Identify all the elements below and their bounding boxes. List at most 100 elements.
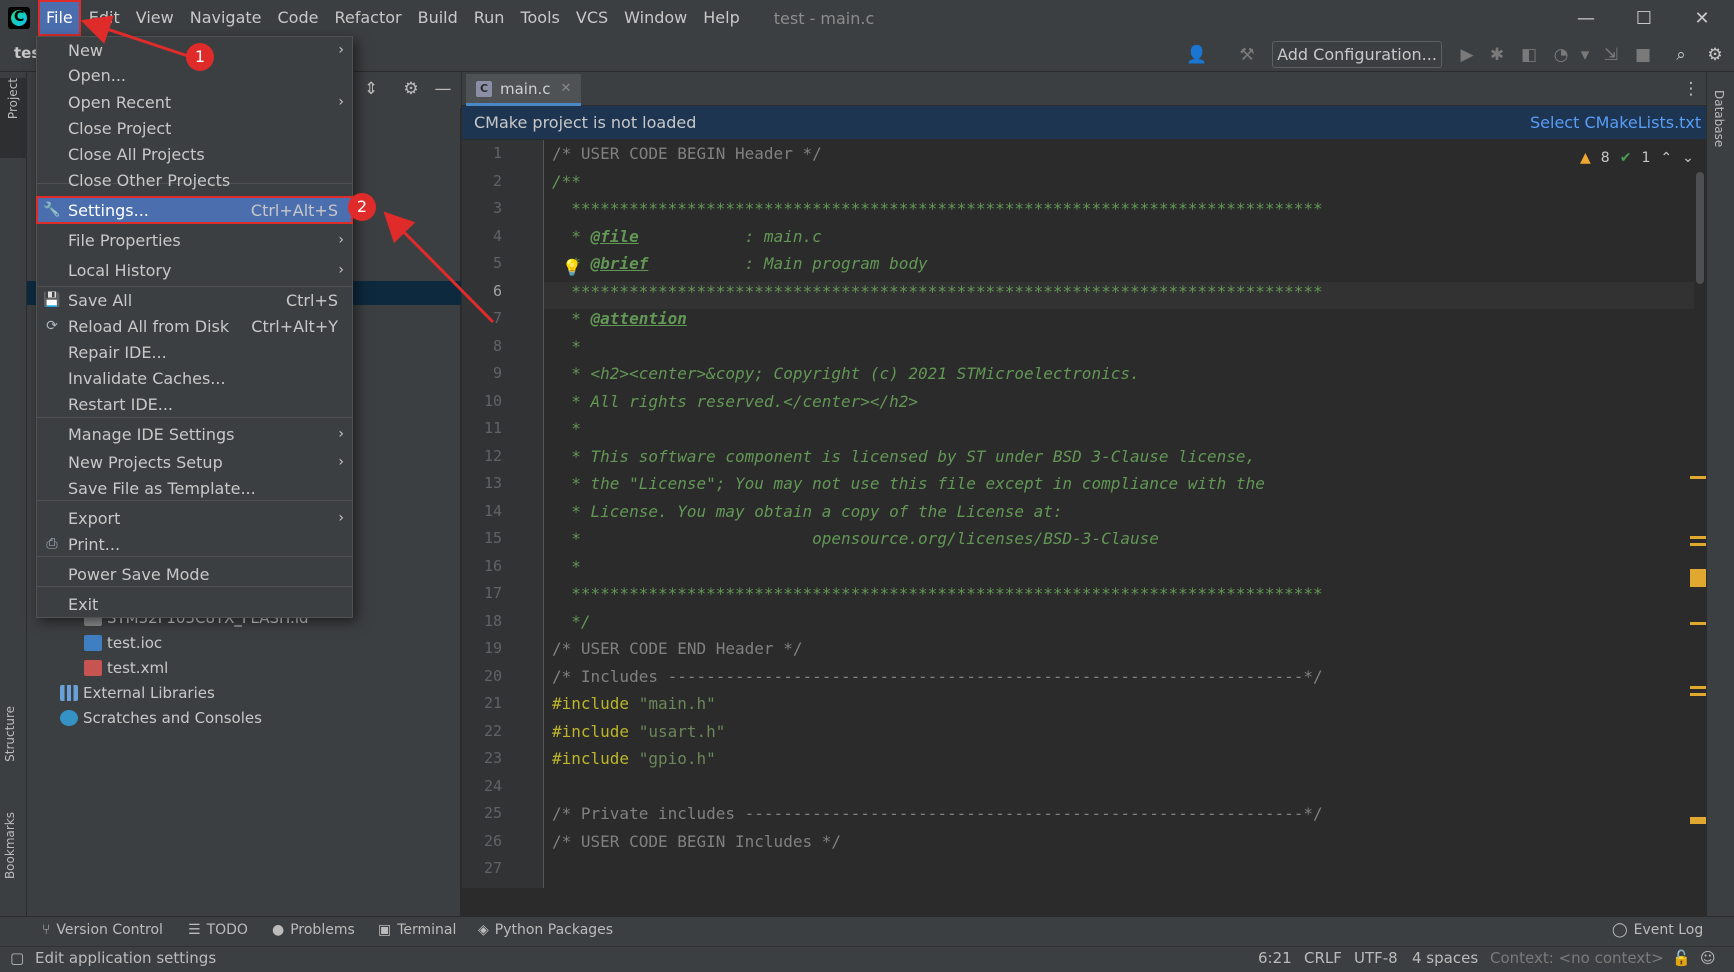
- file-menu-item-open-recent[interactable]: Open Recent ›: [37, 89, 352, 115]
- code-line[interactable]: /* USER CODE BEGIN Header */: [552, 140, 822, 168]
- code-line[interactable]: ****************************************…: [552, 580, 1322, 608]
- code-line[interactable]: * This software component is licensed by…: [552, 443, 1255, 471]
- file-menu-item-close-other-projects[interactable]: Close Other Projects: [37, 167, 352, 193]
- tab-terminal[interactable]: ▣ Terminal: [378, 922, 456, 938]
- file-menu-item-repair-ide[interactable]: Repair IDE...: [37, 339, 352, 365]
- coverage-icon[interactable]: ◧: [1518, 44, 1540, 66]
- tab-todo[interactable]: ☰ TODO: [188, 922, 248, 938]
- menu-run[interactable]: Run: [466, 0, 513, 36]
- code-line[interactable]: ****************************************…: [552, 278, 1322, 306]
- code-line[interactable]: * All rights reserved.</center></h2>: [552, 388, 918, 416]
- code-line[interactable]: /* Private includes --------------------…: [552, 800, 1323, 828]
- menu-code[interactable]: Code: [270, 0, 327, 36]
- tree-item-ioc[interactable]: test.ioc: [84, 631, 162, 655]
- menu-window[interactable]: Window: [616, 0, 695, 36]
- file-menu-item-close-all-projects[interactable]: Close All Projects: [37, 141, 352, 167]
- chevron-down-icon[interactable]: ⌄: [1682, 150, 1694, 166]
- file-menu-item-close-project[interactable]: Close Project: [37, 115, 352, 141]
- structure-tool-tab[interactable]: Structure: [3, 706, 17, 762]
- code-line[interactable]: *: [552, 333, 581, 361]
- code-line[interactable]: * @file : main.c: [552, 223, 821, 251]
- tab-main-c[interactable]: C main.c ✕: [466, 74, 582, 106]
- code-line[interactable]: * @attention: [552, 305, 687, 333]
- code-line[interactable]: * opensource.org/licenses/BSD-3-Clause: [552, 525, 1159, 553]
- gear-icon[interactable]: ⚙: [1704, 44, 1726, 66]
- code-line[interactable]: */: [552, 608, 590, 636]
- panel-gear-icon[interactable]: ⚙: [400, 78, 422, 100]
- editor-scrollbar[interactable]: [1696, 172, 1704, 284]
- file-encoding[interactable]: UTF-8: [1354, 949, 1398, 967]
- file-menu-item-settings[interactable]: 🔧 Settings... Ctrl+Alt+S: [36, 196, 353, 224]
- profile-icon[interactable]: ◔: [1550, 44, 1572, 66]
- inspector-icon[interactable]: ☺: [1700, 949, 1716, 967]
- code-line[interactable]: *: [552, 553, 581, 581]
- warning-stripe[interactable]: [1690, 569, 1706, 587]
- warning-stripe[interactable]: [1690, 693, 1706, 696]
- menu-view[interactable]: View: [128, 0, 182, 36]
- menu-refactor[interactable]: Refactor: [326, 0, 409, 36]
- project-tool-tab[interactable]: Project: [0, 78, 27, 158]
- code-line[interactable]: /* USER CODE END Header */: [552, 635, 802, 663]
- file-menu-item-manage-ide-settings[interactable]: Manage IDE Settings ›: [37, 421, 352, 447]
- file-menu-item-invalidate-caches[interactable]: Invalidate Caches...: [37, 365, 352, 391]
- search-icon[interactable]: ⌕: [1670, 44, 1692, 66]
- lock-icon[interactable]: 🔓: [1672, 949, 1691, 967]
- warning-stripe[interactable]: [1690, 622, 1706, 625]
- code-line[interactable]: * the "License"; You may not use this fi…: [552, 470, 1265, 498]
- code-line[interactable]: /**: [552, 168, 581, 196]
- menu-vcs[interactable]: VCS: [568, 0, 616, 36]
- more-options-icon[interactable]: ⋮: [1680, 78, 1702, 100]
- file-menu-item-save-file-as-template[interactable]: Save File as Template...: [37, 475, 352, 501]
- select-cmakelists-link[interactable]: Select CMakeLists.txt: [1530, 113, 1701, 132]
- database-tool-tab[interactable]: Database: [1712, 90, 1726, 147]
- build-hammer-icon[interactable]: ⚒: [1236, 44, 1258, 66]
- code-line[interactable]: /* USER CODE BEGIN Includes */: [552, 828, 841, 856]
- warning-stripe[interactable]: [1690, 536, 1706, 539]
- warning-stripe[interactable]: [1690, 476, 1706, 479]
- code-line[interactable]: * @brief : Main program body: [552, 250, 927, 278]
- file-menu-item-local-history[interactable]: Local History ›: [37, 257, 352, 283]
- run-icon[interactable]: ▶: [1456, 44, 1478, 66]
- debug-icon[interactable]: ✱: [1486, 44, 1508, 66]
- stop-icon[interactable]: ■: [1632, 44, 1654, 66]
- user-icon[interactable]: 👤: [1186, 44, 1208, 66]
- maximize-icon[interactable]: ☐: [1615, 0, 1673, 36]
- warning-stripe[interactable]: [1690, 686, 1706, 689]
- tab-problems[interactable]: ● Problems: [272, 922, 355, 938]
- line-separator[interactable]: CRLF: [1304, 949, 1342, 967]
- code-line[interactable]: ****************************************…: [552, 195, 1322, 223]
- code-line[interactable]: * <h2><center>&copy; Copyright (c) 2021 …: [552, 360, 1139, 388]
- tab-close-icon[interactable]: ✕: [561, 81, 572, 96]
- menu-tools[interactable]: Tools: [512, 0, 567, 36]
- menu-file[interactable]: File: [38, 0, 81, 36]
- file-menu-item-new-projects-setup[interactable]: New Projects Setup ›: [37, 449, 352, 475]
- code-line[interactable]: #include "main.h": [552, 690, 716, 718]
- warning-stripe[interactable]: [1690, 543, 1706, 546]
- file-menu-item-file-properties[interactable]: File Properties ›: [37, 227, 352, 253]
- tab-version-control[interactable]: ⑂ Version Control: [42, 922, 163, 938]
- file-menu-item-print[interactable]: ⎙ Print...: [37, 531, 352, 557]
- collapse-all-icon[interactable]: ⇕: [360, 78, 382, 100]
- menu-help[interactable]: Help: [695, 0, 747, 36]
- context-selector[interactable]: Context: <no context>: [1490, 949, 1664, 967]
- file-menu-item-export[interactable]: Export ›: [37, 505, 352, 531]
- code-line[interactable]: /* Includes ----------------------------…: [552, 663, 1323, 691]
- menu-navigate[interactable]: Navigate: [182, 0, 270, 36]
- hide-panel-icon[interactable]: —: [432, 78, 454, 100]
- tab-python-packages[interactable]: ◈ Python Packages: [478, 922, 613, 938]
- chevron-down-icon[interactable]: ▾: [1574, 44, 1596, 66]
- add-configuration-button[interactable]: Add Configuration...: [1272, 41, 1442, 68]
- tree-item-external-libraries[interactable]: External Libraries: [60, 681, 215, 705]
- file-menu-item-power-save-mode[interactable]: Power Save Mode: [37, 561, 352, 587]
- tree-item-xml[interactable]: test.xml: [84, 656, 168, 680]
- chevron-up-icon[interactable]: ⌃: [1660, 150, 1672, 166]
- code-line[interactable]: *: [552, 415, 581, 443]
- code-line[interactable]: #include "gpio.h": [552, 745, 716, 773]
- file-menu-item-exit[interactable]: Exit: [37, 591, 352, 617]
- inspection-widget[interactable]: ▲ 8 ✔ 1 ⌃ ⌄: [1580, 150, 1694, 166]
- attach-icon[interactable]: ⇲: [1600, 44, 1622, 66]
- close-icon[interactable]: ✕: [1673, 0, 1731, 36]
- bookmarks-tool-tab[interactable]: Bookmarks: [3, 812, 17, 879]
- warning-stripe[interactable]: [1690, 817, 1706, 824]
- tab-event-log[interactable]: ◯ Event Log: [1612, 922, 1703, 938]
